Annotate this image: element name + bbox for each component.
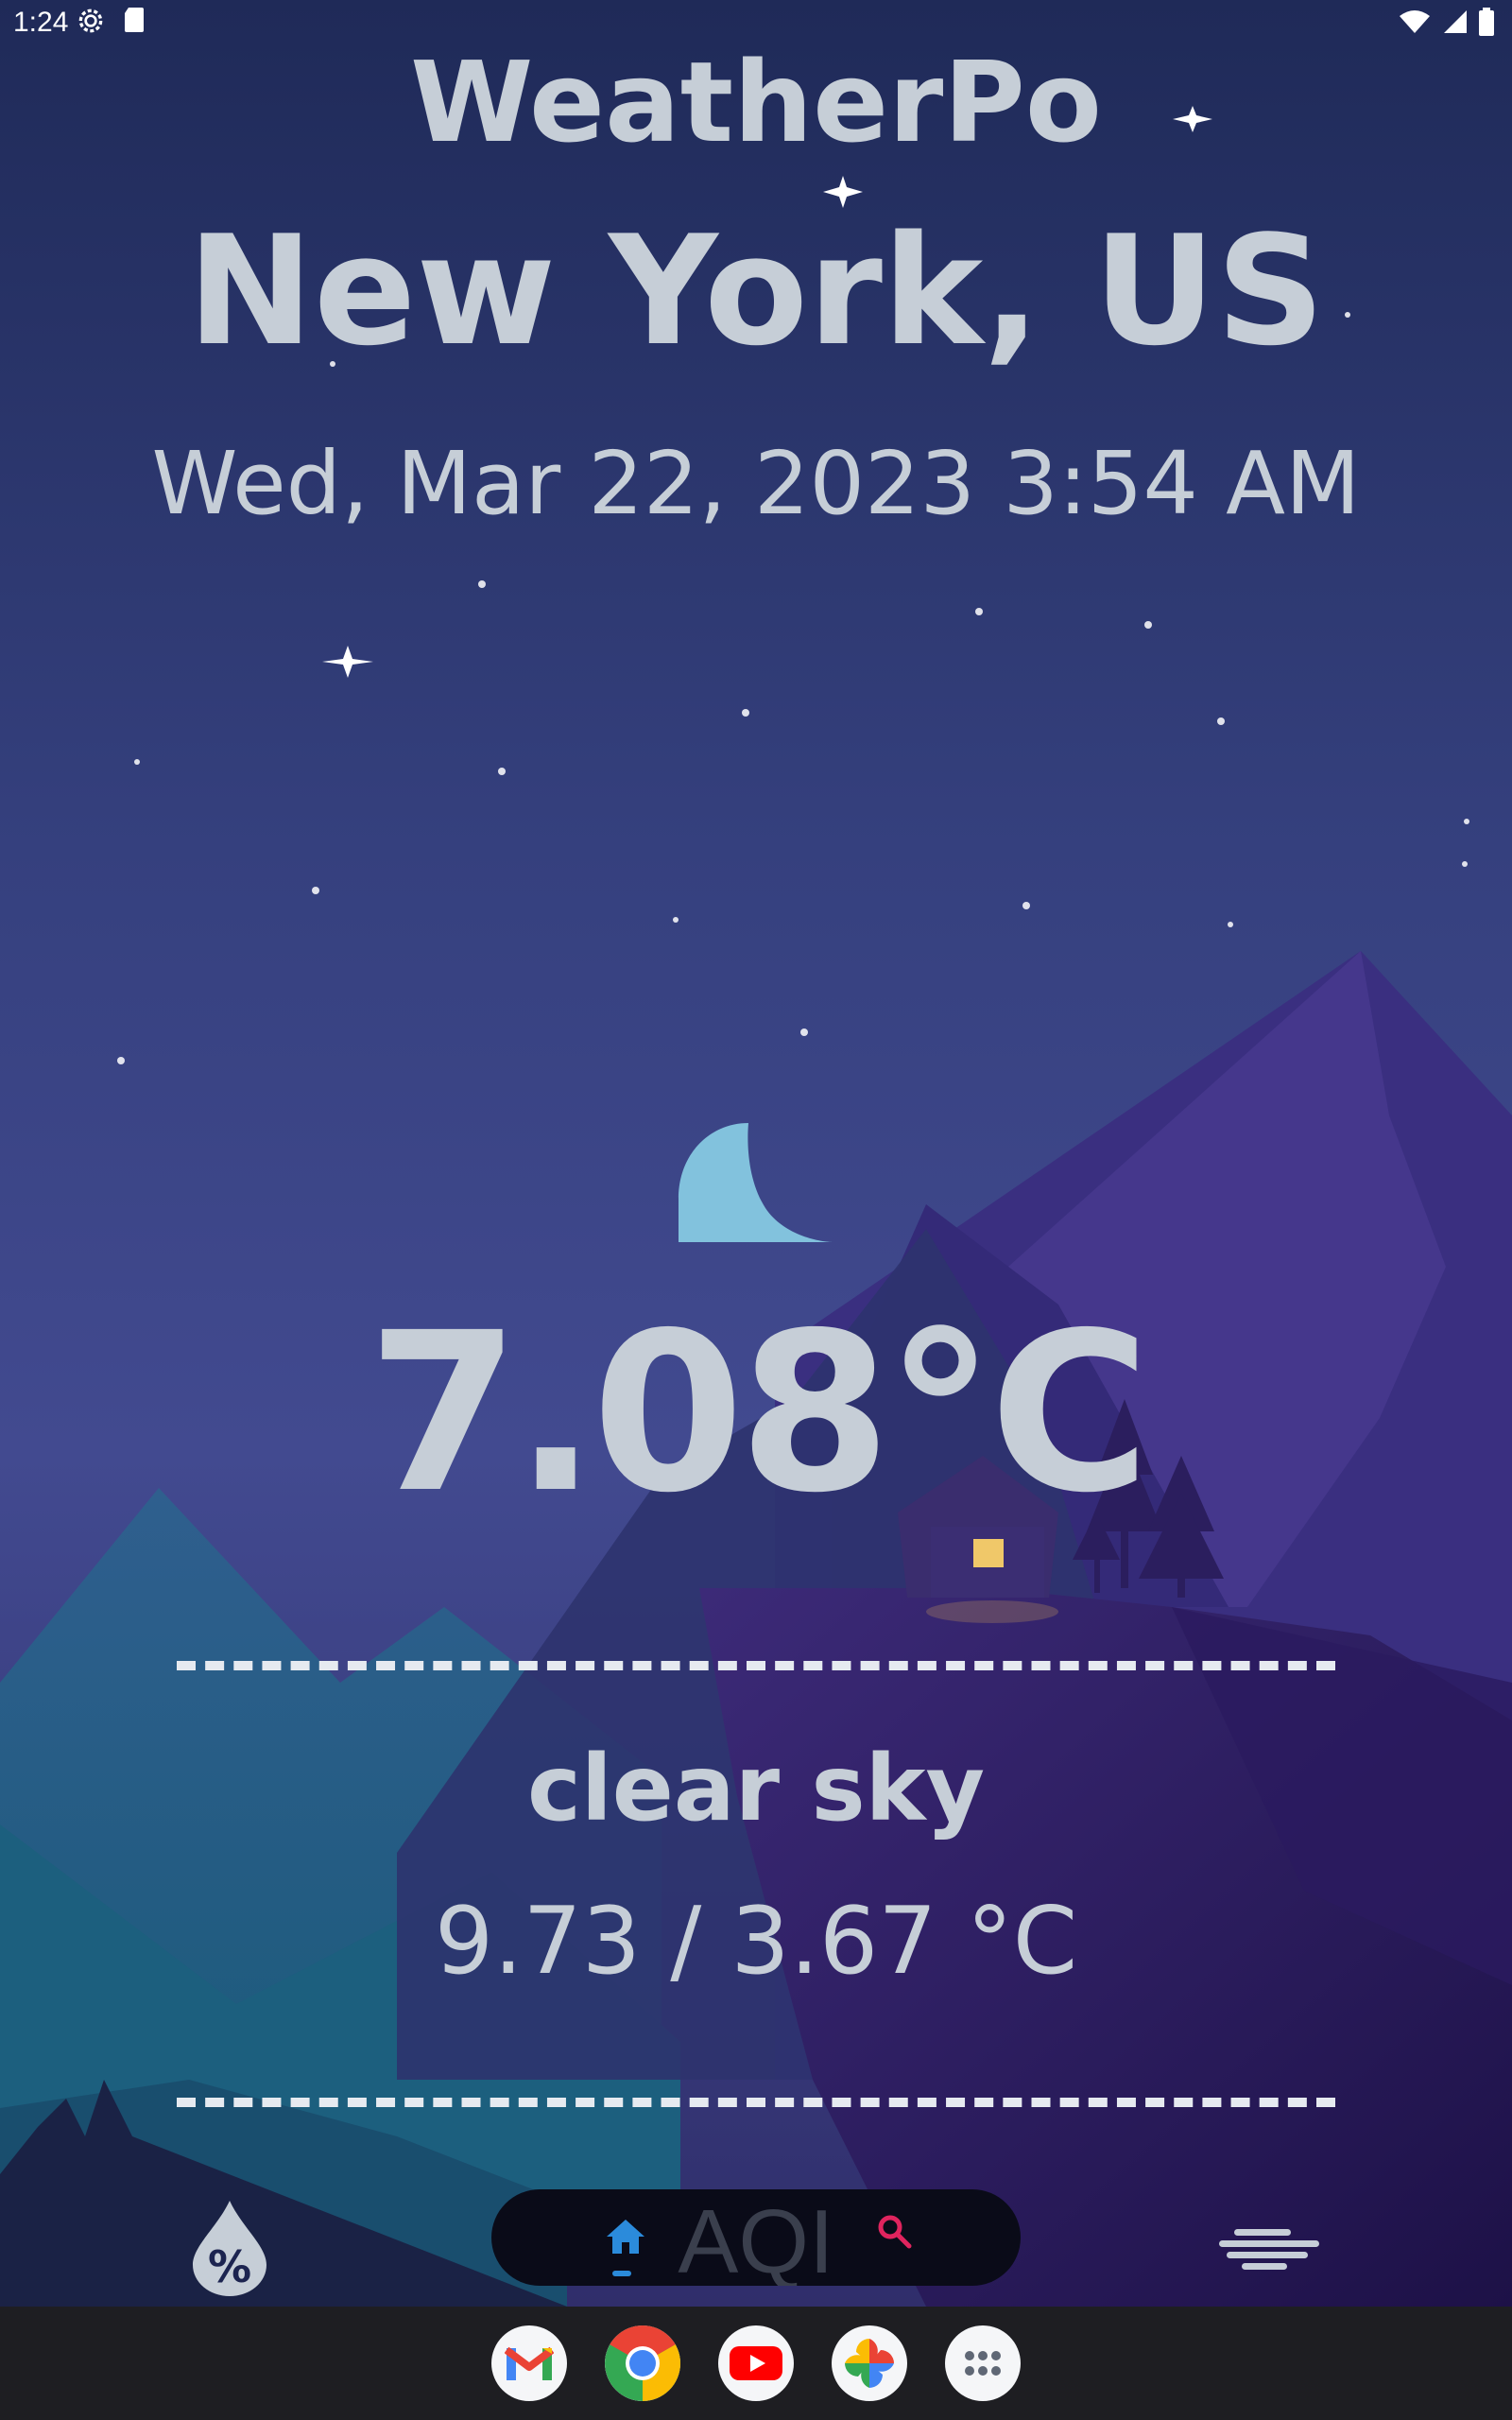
wind-icon[interactable] xyxy=(1219,2227,1319,2271)
city-name: New York, US xyxy=(187,202,1325,379)
svg-text:%: % xyxy=(208,2241,251,2292)
sd-card-icon xyxy=(125,8,144,32)
settings-icon xyxy=(78,9,103,33)
moon-icon xyxy=(679,1123,833,1242)
home-icon[interactable] xyxy=(605,2218,646,2256)
photos-app-icon[interactable] xyxy=(832,2325,907,2401)
gmail-app-icon[interactable] xyxy=(491,2325,567,2401)
current-temperature: 7.08°C xyxy=(367,1286,1151,1541)
weather-description: clear sky xyxy=(526,1736,986,1841)
youtube-app-icon[interactable] xyxy=(718,2325,794,2401)
humidity-percent-icon[interactable]: % xyxy=(189,2199,270,2297)
battery-icon xyxy=(1479,8,1494,36)
chrome-app-icon[interactable] xyxy=(605,2325,680,2401)
cell-signal-icon xyxy=(1444,10,1467,33)
app-drawer-icon[interactable] xyxy=(945,2325,1021,2401)
search-icon[interactable] xyxy=(875,2212,913,2250)
wifi-icon xyxy=(1400,10,1430,33)
divider xyxy=(177,2098,1335,2107)
date-time: Wed, Mar 22, 2023 3:54 AM xyxy=(151,433,1361,534)
active-tab-indicator xyxy=(612,2271,631,2276)
status-bar: 1:24 xyxy=(0,0,1512,45)
temperature-range: 9.73 / 3.67 °C xyxy=(434,1888,1078,1996)
status-time: 1:24 xyxy=(13,7,69,38)
bottom-navigation-bar: AQI xyxy=(491,2189,1021,2286)
divider xyxy=(177,1661,1335,1670)
app-dock xyxy=(0,2307,1512,2420)
aqi-label[interactable]: AQI xyxy=(662,2191,850,2286)
app-title: WeatherPo xyxy=(410,37,1102,167)
